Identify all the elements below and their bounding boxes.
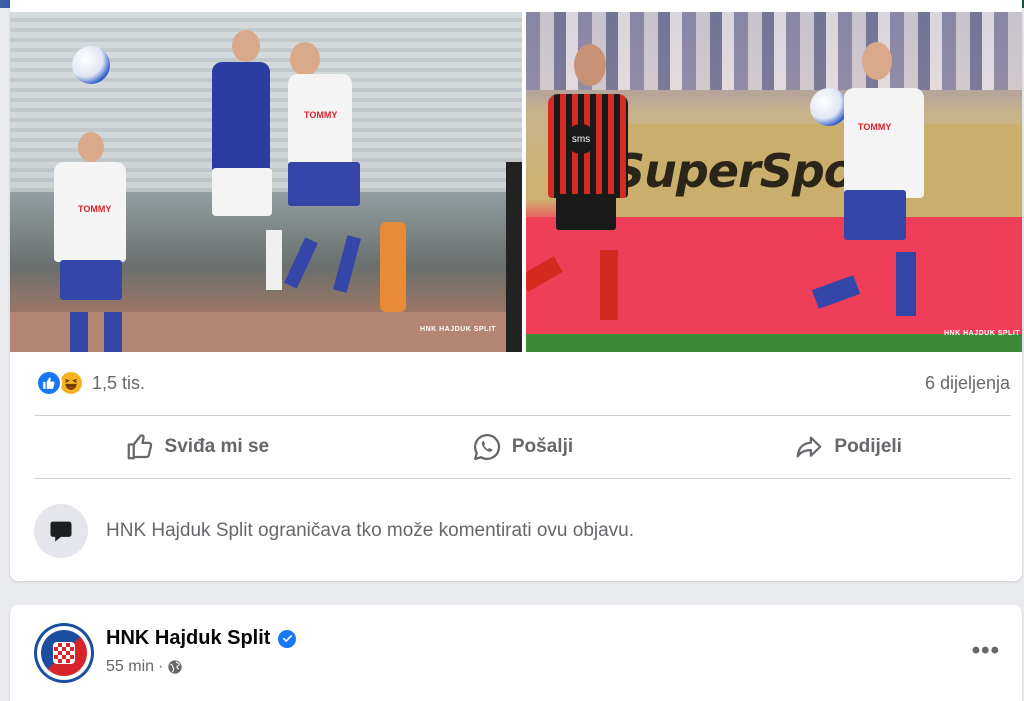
page-name-link[interactable]: HNK Hajduk Split bbox=[106, 627, 270, 650]
watermark-left: HNK HAJDUK SPLIT bbox=[420, 326, 497, 333]
jersey-sponsor-3: TOMMY bbox=[858, 122, 892, 132]
send-button[interactable]: Pošalji bbox=[360, 418, 686, 476]
meta-separator: · bbox=[158, 658, 164, 675]
like-icon bbox=[36, 370, 62, 396]
verified-badge-icon bbox=[278, 629, 297, 648]
jersey-sponsor-2: TOMMY bbox=[304, 110, 338, 120]
send-label: Pošalji bbox=[511, 436, 574, 457]
next-post-card: HNK Hajduk Split 55 min · ••• bbox=[10, 605, 1022, 701]
share-button[interactable]: Podijeli bbox=[685, 418, 1011, 476]
divider-bottom bbox=[34, 478, 1011, 479]
globe-icon bbox=[168, 660, 183, 674]
player-left-3: TOMMY bbox=[272, 42, 382, 342]
football bbox=[72, 46, 110, 84]
share-arrow-icon bbox=[797, 436, 822, 458]
thumbs-up-icon bbox=[127, 434, 152, 460]
page-avatar[interactable] bbox=[34, 623, 94, 683]
player-left-1: TOMMY bbox=[40, 132, 140, 352]
post-meta: 55 min · bbox=[106, 658, 183, 676]
restriction-text: HNK Hajduk Split ograničava tko može kom… bbox=[106, 520, 635, 541]
more-options-button[interactable]: ••• bbox=[972, 637, 1000, 665]
speech-bubble-icon bbox=[34, 504, 88, 558]
like-label: Sviđa mi se bbox=[164, 436, 270, 457]
share-label: Podijeli bbox=[834, 436, 902, 457]
jersey-sponsor: TOMMY bbox=[78, 204, 112, 214]
post-actions: Sviđa mi se Pošalji Podijeli bbox=[34, 418, 1011, 476]
photo-left[interactable]: TOMMY TOMMY HNK HAJDUK SPLIT bbox=[10, 12, 522, 352]
watermark-right: HNK HAJDUK SPLIT bbox=[944, 330, 1021, 337]
post-time-link[interactable]: 55 min bbox=[106, 658, 154, 676]
player-right-2: TOMMY bbox=[796, 42, 966, 342]
referee-edge bbox=[506, 162, 522, 352]
post-photos: TOMMY TOMMY HNK HAJDUK SPLIT SuperSport … bbox=[10, 12, 1022, 352]
page-name-row: HNK Hajduk Split bbox=[106, 627, 297, 650]
like-button[interactable]: Sviđa mi se bbox=[34, 418, 360, 476]
photo-right[interactable]: SuperSport sms TOMMY HNK HAJDUK SPLIT bbox=[526, 12, 1022, 352]
whatsapp-icon bbox=[473, 433, 500, 460]
share-count[interactable]: 6 dijeljenja bbox=[925, 373, 1010, 394]
steward bbox=[380, 222, 406, 312]
reaction-summary[interactable]: 1,5 tis. bbox=[36, 370, 145, 396]
shirt-sponsor: sms bbox=[566, 124, 596, 154]
player-right-1: sms bbox=[526, 44, 678, 344]
post-card: TOMMY TOMMY HNK HAJDUK SPLIT SuperSport … bbox=[10, 0, 1022, 581]
reaction-count[interactable]: 1,5 tis. bbox=[92, 373, 145, 394]
divider-top bbox=[34, 415, 1011, 416]
club-crest bbox=[53, 642, 75, 664]
comment-restriction: HNK Hajduk Split ograničava tko može kom… bbox=[34, 504, 634, 558]
